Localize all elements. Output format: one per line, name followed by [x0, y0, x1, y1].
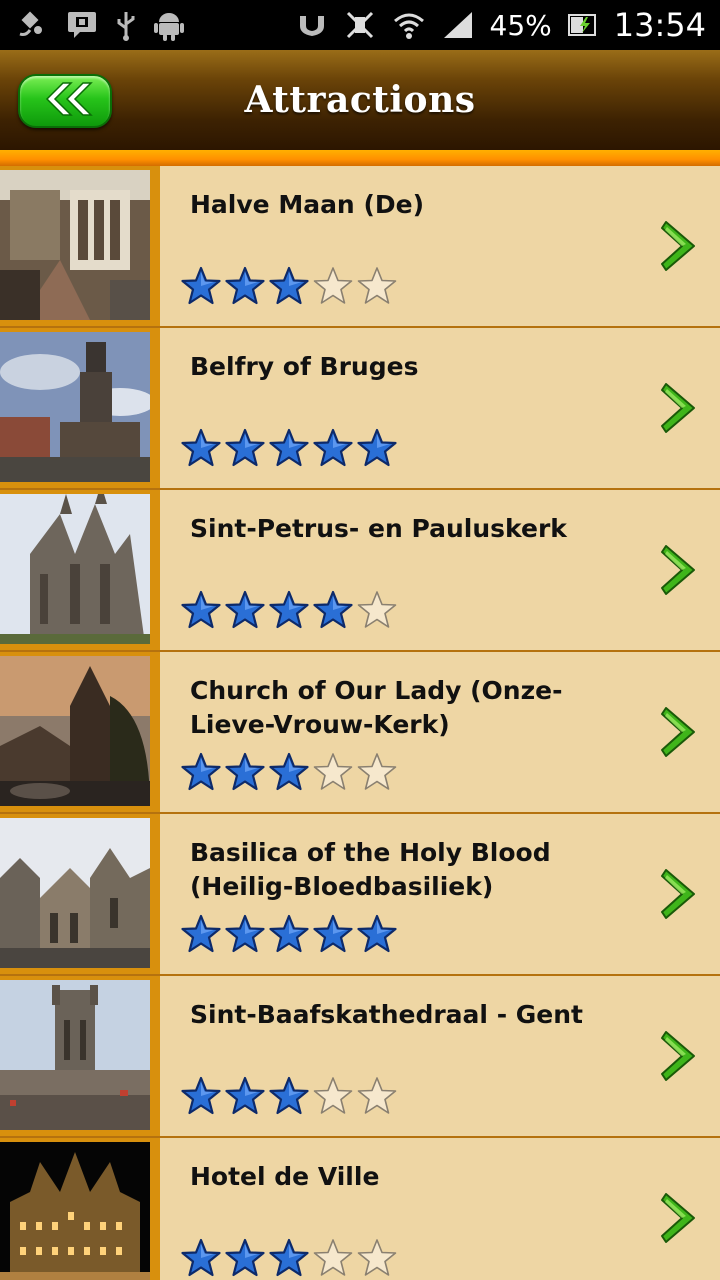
wifi-icon: [392, 8, 426, 42]
chevron-right-icon[interactable]: [660, 866, 700, 922]
battery-icon: [567, 8, 598, 42]
star-empty-icon: [357, 267, 397, 304]
star-filled-icon: [269, 590, 309, 629]
thumbnail-frame: [0, 490, 160, 650]
status-bar: 45% 13:54: [0, 0, 720, 50]
app-header: Attractions: [0, 50, 720, 150]
thumbnail-image: [0, 656, 150, 806]
star-filled-icon: [313, 914, 353, 953]
star-empty-icon: [357, 1077, 397, 1114]
star-filled-icon: [181, 752, 221, 791]
chevron-right-icon[interactable]: [660, 218, 700, 274]
attraction-title: Hotel de Ville: [190, 1162, 380, 1191]
list-item[interactable]: Halve Maan (De): [0, 166, 720, 328]
star-filled-icon: [313, 590, 353, 629]
chevron-right-icon[interactable]: [660, 704, 700, 760]
rating-stars: [181, 1238, 397, 1278]
thumbnail-frame: [0, 814, 160, 974]
thumbnail-frame: [0, 328, 160, 488]
star-filled-icon: [225, 914, 265, 953]
chevron-right-icon[interactable]: [660, 1190, 700, 1246]
nfc-icon: [296, 8, 328, 42]
thumbnail-image: [0, 980, 150, 1130]
star-filled-icon: [225, 266, 265, 305]
star-filled-icon: [225, 428, 265, 467]
list-item[interactable]: Belfry of Bruges: [0, 328, 720, 490]
signal-icon: [442, 8, 474, 42]
rating-stars: [181, 590, 397, 630]
rating-stars: [181, 428, 397, 468]
thumbnail-frame: [0, 652, 160, 812]
star-filled-icon: [181, 428, 221, 467]
thumbnail-frame: [0, 1138, 160, 1280]
rating-stars: [181, 1076, 397, 1116]
satellite-icon: [16, 8, 50, 42]
back-button[interactable]: [18, 74, 112, 128]
star-filled-icon: [269, 1076, 309, 1115]
star-filled-icon: [313, 428, 353, 467]
star-empty-icon: [357, 753, 397, 790]
header-accent-bar: [0, 150, 720, 166]
star-empty-icon: [357, 591, 397, 628]
rating-stars: [181, 266, 397, 306]
list-item[interactable]: Sint-Petrus- en Pauluskerk: [0, 490, 720, 652]
star-filled-icon: [225, 1238, 265, 1277]
attraction-title: Sint-Baafskathedraal - Gent: [190, 1000, 583, 1029]
attraction-title: Basilica of the Holy Blood (Heilig-Bloed…: [190, 838, 551, 901]
attraction-title: Church of Our Lady (Onze-Lieve-Vrouw-Ker…: [190, 676, 563, 739]
page-title: Attractions: [244, 79, 476, 121]
rating-stars: [181, 752, 397, 792]
attractions-list: Halve Maan (De) Belfry of Bruges Sint-Pe…: [0, 166, 720, 1280]
status-right-icons: 45% 13:54: [296, 6, 706, 44]
list-item[interactable]: Hotel de Ville: [0, 1138, 720, 1280]
star-filled-icon: [181, 266, 221, 305]
list-item[interactable]: Sint-Baafskathedraal - Gent: [0, 976, 720, 1138]
star-filled-icon: [181, 914, 221, 953]
star-filled-icon: [225, 752, 265, 791]
list-item[interactable]: Church of Our Lady (Onze-Lieve-Vrouw-Ker…: [0, 652, 720, 814]
star-filled-icon: [269, 428, 309, 467]
vibrate-off-icon: [344, 8, 376, 42]
star-filled-icon: [269, 266, 309, 305]
double-chevron-left-icon: [33, 79, 97, 123]
thumbnail-image: [0, 170, 150, 320]
star-filled-icon: [225, 590, 265, 629]
star-filled-icon: [357, 428, 397, 467]
star-filled-icon: [181, 1238, 221, 1277]
clock: 13:54: [613, 6, 706, 44]
star-filled-icon: [357, 914, 397, 953]
star-filled-icon: [269, 914, 309, 953]
star-filled-icon: [181, 1076, 221, 1115]
rating-stars: [181, 914, 397, 954]
star-filled-icon: [181, 590, 221, 629]
thumbnail-frame: [0, 166, 160, 326]
chevron-right-icon[interactable]: [660, 1028, 700, 1084]
star-filled-icon: [269, 752, 309, 791]
list-item[interactable]: Basilica of the Holy Blood (Heilig-Bloed…: [0, 814, 720, 976]
star-empty-icon: [313, 1239, 353, 1276]
message-icon: [66, 8, 98, 42]
star-filled-icon: [269, 1238, 309, 1277]
star-empty-icon: [313, 1077, 353, 1114]
attraction-title: Halve Maan (De): [190, 190, 424, 219]
attraction-title: Sint-Petrus- en Pauluskerk: [190, 514, 567, 543]
chevron-right-icon[interactable]: [660, 380, 700, 436]
usb-icon: [114, 8, 138, 42]
star-empty-icon: [313, 753, 353, 790]
android-icon: [154, 8, 184, 42]
star-empty-icon: [357, 1239, 397, 1276]
status-left-icons: [16, 8, 184, 42]
thumbnail-frame: [0, 976, 160, 1136]
chevron-right-icon[interactable]: [660, 542, 700, 598]
star-empty-icon: [313, 267, 353, 304]
battery-percent: 45%: [489, 8, 552, 42]
thumbnail-image: [0, 818, 150, 968]
star-filled-icon: [225, 1076, 265, 1115]
thumbnail-image: [0, 494, 150, 644]
thumbnail-image: [0, 1142, 150, 1280]
attraction-title: Belfry of Bruges: [190, 352, 419, 381]
thumbnail-image: [0, 332, 150, 482]
